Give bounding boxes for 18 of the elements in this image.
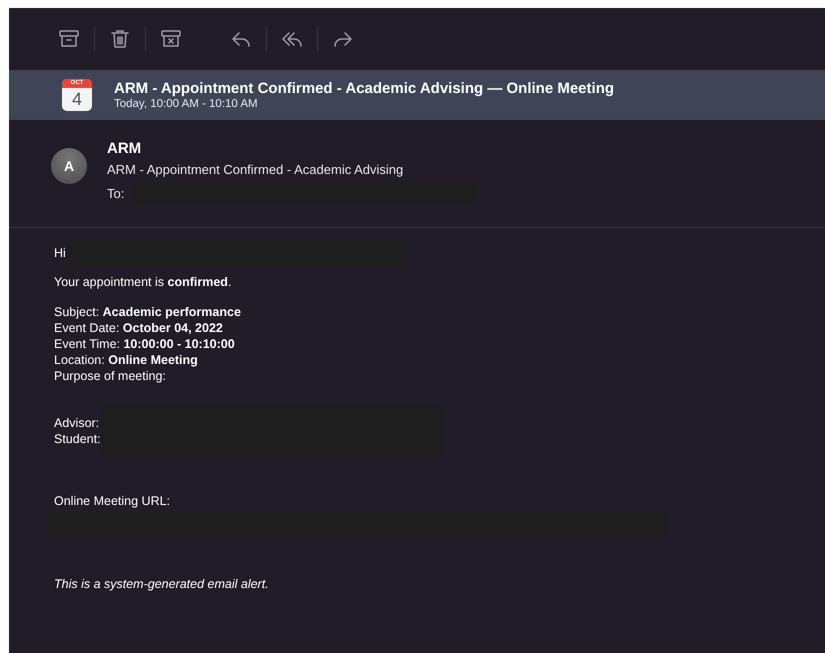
footer-note: This is a system-generated email alert. <box>54 576 270 592</box>
event-time: Today, 10:00 AM - 10:10 AM <box>114 98 259 110</box>
calendar-day: 4 <box>72 88 82 110</box>
detail-line: Location: Online Meeting <box>54 352 199 368</box>
detail-line: Purpose of meeting: <box>54 368 167 384</box>
email-subject: ARM - Appointment Confirmed - Academic Advising <box>107 162 404 177</box>
person-label: Student: <box>54 431 101 447</box>
detail-line: Subject: Academic performance <box>54 304 242 320</box>
sender-name: ARM <box>107 140 142 157</box>
detail-line: Event Time: 10:00:00 - 10:10:00 <box>54 336 236 352</box>
url-label: Online Meeting URL: <box>54 493 172 509</box>
person-label: Advisor: <box>54 415 100 431</box>
detail-line: Event Date: October 04, 2022 <box>54 320 224 336</box>
greeting-text: Hi <box>54 245 66 261</box>
body-paragraph: Your appointment is confirmed. <box>54 274 232 290</box>
to-label: To: <box>107 186 124 200</box>
event-title: ARM - Appointment Confirmed - Academic Advising — Online Meeting <box>114 80 614 97</box>
sender-avatar: A <box>51 148 87 184</box>
